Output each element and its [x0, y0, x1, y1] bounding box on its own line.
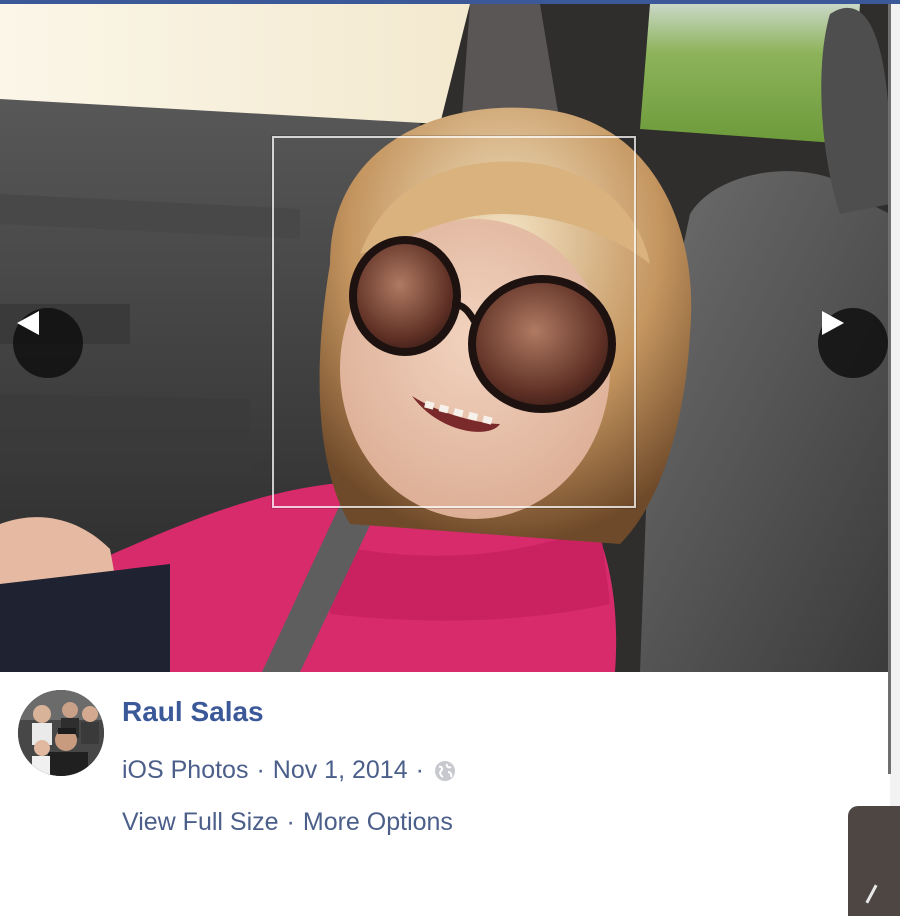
globe-icon[interactable]: [434, 760, 456, 782]
separator: ·: [256, 756, 265, 784]
next-photo-button[interactable]: [818, 308, 888, 378]
profile-picture: [18, 690, 104, 776]
photo-viewer[interactable]: [0, 4, 890, 672]
separator: ·: [415, 756, 424, 784]
scrollbar-track[interactable]: [890, 4, 900, 900]
previous-photo-button[interactable]: [13, 308, 83, 378]
triangle-left-icon: [17, 311, 39, 335]
overlay-mark: [865, 884, 878, 904]
source-app-link[interactable]: iOS Photos: [122, 756, 248, 785]
separator: ·: [286, 808, 295, 836]
view-full-size-link[interactable]: View Full Size: [122, 808, 279, 837]
face-tag-box[interactable]: [272, 136, 636, 508]
scrollbar-thumb[interactable]: [888, 4, 891, 774]
owner-name-link[interactable]: Raul Salas: [122, 696, 264, 728]
post-date-link[interactable]: Nov 1, 2014: [273, 756, 408, 785]
avatar[interactable]: [18, 690, 104, 776]
triangle-right-icon: [822, 311, 844, 335]
more-options-link[interactable]: More Options: [303, 808, 453, 837]
post-meta: iOS Photos · Nov 1, 2014 ·: [122, 756, 456, 785]
photo-actions: View Full Size · More Options: [122, 808, 453, 837]
